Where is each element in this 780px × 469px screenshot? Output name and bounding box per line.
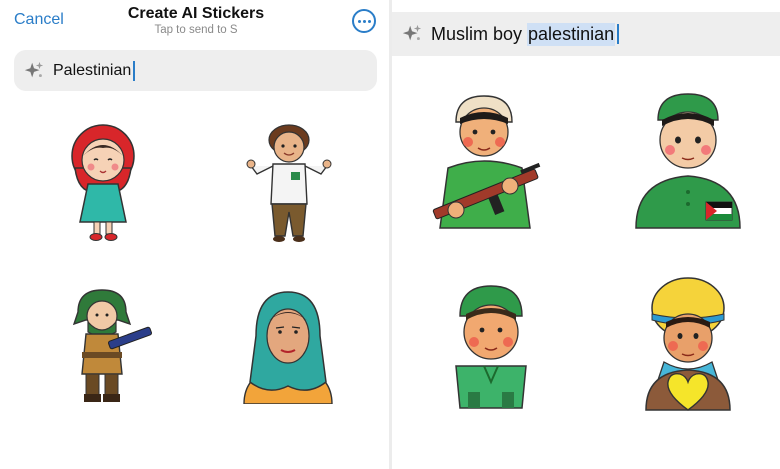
- prompt-input[interactable]: Palestinian: [53, 60, 136, 81]
- sticker-item[interactable]: [58, 122, 148, 244]
- right-screen: Muslim boy palestinian: [392, 0, 780, 469]
- page-subtitle: Tap to send to S: [154, 24, 238, 36]
- page-title: Create AI Stickers: [127, 5, 265, 22]
- selected-text: palestinian: [527, 22, 616, 46]
- sticker-girl-red-scarf: [71, 124, 135, 241]
- sparkle-icon: [24, 61, 44, 77]
- sticker-boy-waving: [246, 124, 332, 242]
- sticker-item[interactable]: [440, 282, 542, 412]
- sticker-item[interactable]: [245, 120, 333, 246]
- ellipsis-circle-icon[interactable]: [352, 9, 376, 33]
- text-cursor: [133, 60, 136, 81]
- sticker-boy-green: [455, 285, 527, 409]
- sticker-fighter-rifle: [72, 289, 152, 402]
- sticker-item[interactable]: [64, 284, 156, 408]
- sticker-item[interactable]: [238, 286, 338, 404]
- text-cursor: [617, 24, 620, 44]
- left-screen: Cancel Create AI Stickers Tap to send to…: [0, 0, 390, 469]
- sticker-item[interactable]: [638, 276, 738, 414]
- sticker-boy-heart: [645, 277, 731, 411]
- prompt-input[interactable]: Muslim boy palestinian: [431, 22, 620, 46]
- sticker-boy-flag: [635, 93, 741, 229]
- sticker-woman-hijab: [243, 291, 333, 404]
- sticker-boy-rifle: [432, 95, 541, 229]
- sparkle-icon: [402, 24, 422, 41]
- prompt-field[interactable]: Palestinian: [14, 50, 377, 91]
- sticker-item[interactable]: [628, 92, 750, 232]
- cancel-button[interactable]: Cancel: [14, 11, 64, 29]
- sticker-item[interactable]: [426, 92, 550, 232]
- prompt-field[interactable]: Muslim boy palestinian: [392, 12, 780, 56]
